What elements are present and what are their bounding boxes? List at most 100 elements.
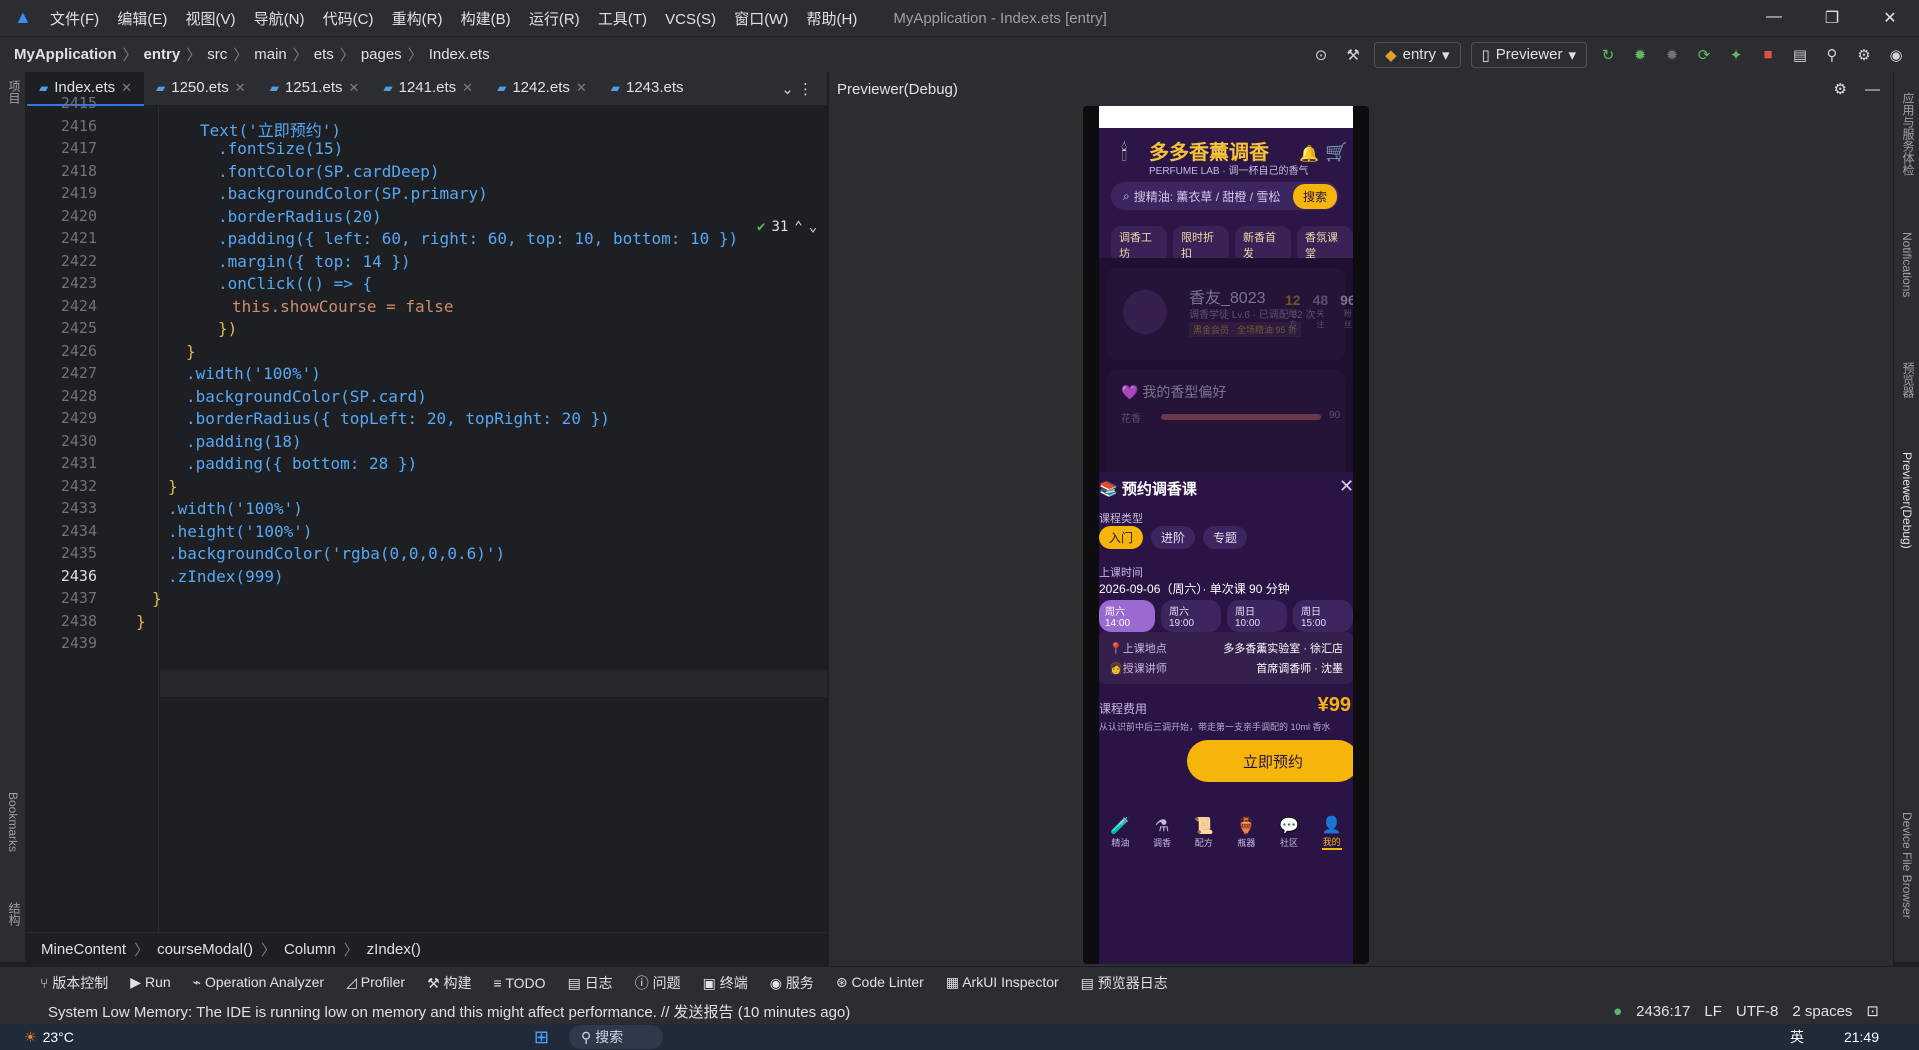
file-encoding[interactable]: UTF-8 xyxy=(1736,1003,1779,1020)
reload-icon[interactable]: ⟳ xyxy=(1693,46,1715,64)
tab-mine[interactable]: 👤 我的 xyxy=(1321,815,1342,850)
type-advanced[interactable]: 进阶 xyxy=(1151,526,1196,549)
crumb-module[interactable]: entry xyxy=(144,46,181,63)
tab-community[interactable]: 💬 社区 xyxy=(1279,816,1299,849)
cart-icon[interactable]: 🛒 xyxy=(1325,142,1347,163)
minimize-panel-icon[interactable]: — xyxy=(1865,81,1880,98)
structure-tool-label[interactable]: 结构 xyxy=(6,902,23,926)
preview-tool-label[interactable]: 预览器 xyxy=(1900,362,1917,398)
crumb-file[interactable]: Index.ets xyxy=(429,46,490,63)
type-special[interactable]: 专题 xyxy=(1203,526,1248,549)
app-service-tool-label[interactable]: 应用与服务体检 xyxy=(1900,92,1917,176)
menu-build[interactable]: 构建(B) xyxy=(461,11,511,28)
phone-screen[interactable]: 🕯 多多香薰调香 PERFUME LAB · 调一杯自己的香气 🔔 🛒 ⌕ 搜精油… xyxy=(1099,106,1353,964)
tool-vcs[interactable]: ⑂ 版本控制 xyxy=(40,973,108,993)
code-line[interactable]: .backgroundColor('rgba(0,0,0,0.6)') xyxy=(168,544,505,563)
close-tab-icon[interactable]: ✕ xyxy=(235,80,246,96)
restore-icon[interactable]: ❐ xyxy=(1803,8,1861,28)
settings-icon[interactable]: ⚙ xyxy=(1853,46,1875,64)
close-icon[interactable]: ✕ xyxy=(1339,476,1353,497)
indent-setting[interactable]: 2 spaces xyxy=(1792,1003,1852,1020)
status-message[interactable]: System Low Memory: The IDE is running lo… xyxy=(48,1001,850,1022)
language-indicator[interactable]: 英 xyxy=(1790,1027,1804,1047)
project-tool-label[interactable]: 项目 xyxy=(6,80,23,104)
chevron-down-icon[interactable]: ⌄ xyxy=(809,219,817,235)
lock-icon[interactable]: ⊡ xyxy=(1866,1002,1879,1020)
menu-code[interactable]: 代码(C) xyxy=(323,11,374,28)
slot-option[interactable]: 周六 14:00 xyxy=(1099,600,1155,632)
weather-temp[interactable]: 23°C xyxy=(43,1029,74,1045)
tab-1242[interactable]: ▰ 1242.ets ✕ xyxy=(485,72,599,106)
code-line[interactable]: .backgroundColor(SP.primary) xyxy=(218,184,488,203)
search-input[interactable]: ⌕ 搜精油: 薰衣草 / 甜橙 / 雪松 搜索 xyxy=(1111,182,1339,210)
tab-blend[interactable]: ⚗ 调香 xyxy=(1153,816,1171,849)
tab-recipe[interactable]: 📜 配方 xyxy=(1194,816,1214,849)
menu-run[interactable]: 运行(R) xyxy=(529,11,580,28)
crumb-project[interactable]: MyApplication xyxy=(14,46,117,63)
code-line[interactable]: .padding({ bottom: 28 }) xyxy=(186,454,417,473)
profile-icon[interactable]: ✦ xyxy=(1725,46,1747,64)
close-icon[interactable]: ✕ xyxy=(1861,8,1919,28)
code-line[interactable]: .fontColor(SP.cardDeep) xyxy=(218,162,440,181)
menu-tools[interactable]: 工具(T) xyxy=(598,11,647,28)
code-line[interactable]: .fontSize(15) xyxy=(218,139,343,158)
menu-vcs[interactable]: VCS(S) xyxy=(665,11,716,28)
slot-option[interactable]: 周日 10:00 xyxy=(1227,600,1287,632)
search-button[interactable]: 搜索 xyxy=(1292,183,1337,209)
tool-code-linter[interactable]: ⊛ Code Linter xyxy=(836,974,924,991)
device-file-browser-tool-label[interactable]: Device File Browser xyxy=(1900,812,1914,919)
menu-window[interactable]: 窗口(W) xyxy=(734,11,788,28)
device-dropdown[interactable]: ▯ Previewer ▾ xyxy=(1470,41,1587,68)
slot-option[interactable]: 周六 19:00 xyxy=(1161,600,1221,632)
tabs-overflow-icon[interactable]: ⌄ ⋮ xyxy=(781,80,813,98)
crumb-src[interactable]: src xyxy=(207,46,227,63)
close-tab-icon[interactable]: ✕ xyxy=(576,80,587,96)
code-line[interactable]: .height('100%') xyxy=(168,522,313,541)
tool-profiler[interactable]: ◿ Profiler xyxy=(346,974,405,991)
settings-icon[interactable]: ⚙ xyxy=(1834,80,1847,98)
code-line[interactable]: .borderRadius({ topLeft: 20, topRight: 2… xyxy=(186,409,610,428)
minimize-icon[interactable]: — xyxy=(1745,8,1803,28)
menu-navigate[interactable]: 导航(N) xyxy=(254,11,305,28)
tab-essential-oil[interactable]: 🧪 精油 xyxy=(1110,816,1130,849)
project-structure-icon[interactable]: ▤ xyxy=(1789,46,1811,64)
tool-problems[interactable]: ⓘ 问题 xyxy=(635,973,681,993)
taskbar-search[interactable]: ⚲ 搜索 xyxy=(568,1025,664,1049)
code-line[interactable]: .width('100%') xyxy=(186,364,321,383)
code-line[interactable]: .padding(18) xyxy=(186,432,302,451)
code-line[interactable]: }) xyxy=(218,319,237,338)
bookmarks-tool-label[interactable]: Bookmarks xyxy=(6,792,20,852)
previewer-debug-tool-label[interactable]: Previewer(Debug) xyxy=(1900,452,1914,549)
code-line[interactable]: .backgroundColor(SP.card) xyxy=(186,387,427,406)
code-line[interactable]: .zIndex(999) xyxy=(168,567,284,586)
code-line[interactable]: .padding({ left: 60, right: 60, top: 10,… xyxy=(218,229,738,248)
tab-1241[interactable]: ▰ 1241.ets ✕ xyxy=(371,72,485,106)
tool-todo[interactable]: ≡ TODO xyxy=(494,975,546,991)
code-line[interactable]: } xyxy=(186,342,196,361)
tool-log[interactable]: ▤ 日志 xyxy=(568,973,613,993)
run-config-dropdown[interactable]: ◆ entry ▾ xyxy=(1374,41,1461,68)
code-editor[interactable]: 2415 2416 2417 2418 2419 2420 2421 2422 2423 2424… xyxy=(27,94,827,932)
inspection-widget[interactable]: ✔ 31 ⌃ ⌄ xyxy=(757,219,817,235)
crumb-main[interactable]: main xyxy=(254,46,287,63)
rerun-icon[interactable]: ↻ xyxy=(1597,46,1619,64)
code-line[interactable]: Text('立即预约') xyxy=(200,117,341,141)
account-icon[interactable]: ◉ xyxy=(1885,46,1907,64)
book-now-button[interactable]: 立即预约 xyxy=(1187,740,1353,782)
menu-file[interactable]: 文件(F) xyxy=(50,11,99,28)
code-line[interactable]: } xyxy=(136,612,146,631)
code-line[interactable]: .borderRadius(20) xyxy=(218,207,382,226)
tool-previewer-log[interactable]: ▤ 预览器日志 xyxy=(1081,973,1168,993)
tab-bottle[interactable]: 🏺 瓶器 xyxy=(1236,816,1256,849)
attach-debugger-icon[interactable]: ✹ xyxy=(1661,46,1683,64)
close-tab-icon[interactable]: ✕ xyxy=(462,80,473,96)
bell-icon[interactable]: 🔔 xyxy=(1299,144,1319,164)
start-icon[interactable]: ⊞ xyxy=(534,1027,549,1048)
code-line[interactable]: } xyxy=(168,477,178,496)
tool-operation-analyzer[interactable]: ⌁ Operation Analyzer xyxy=(193,974,324,991)
caret-position[interactable]: 2436:17 xyxy=(1636,1003,1690,1020)
tab-1251[interactable]: ▰ 1251.ets ✕ xyxy=(258,72,372,106)
code-crumb-mine-content[interactable]: MineContent xyxy=(41,941,126,958)
slot-option[interactable]: 周日 15:00 xyxy=(1293,600,1353,632)
tool-build[interactable]: ⚒ 构建 xyxy=(427,973,471,993)
